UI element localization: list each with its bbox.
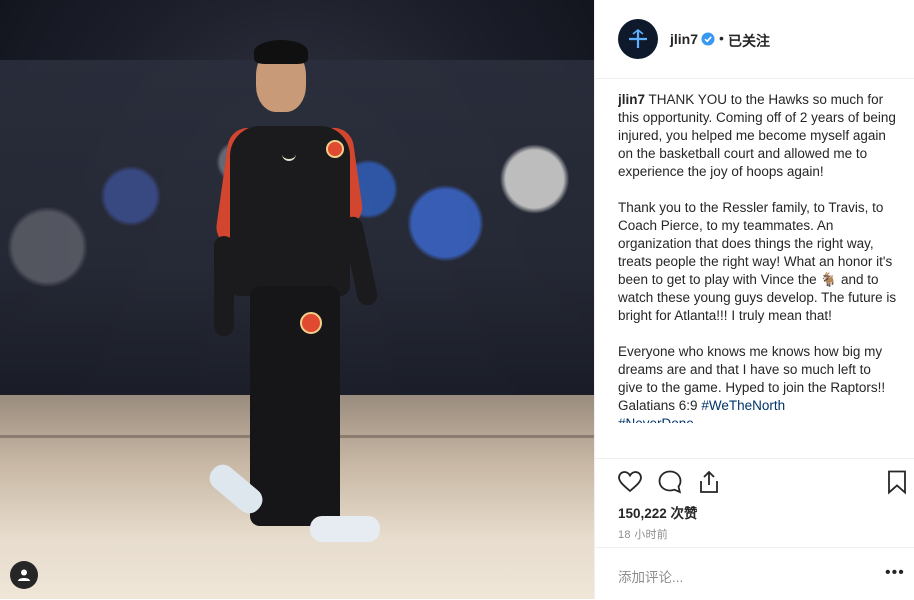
heart-icon[interactable] [617,469,643,495]
caption-paragraph-3: Everyone who knows me knows how big my d… [618,343,898,423]
post-header: jlin7 • 已关注 [595,0,914,79]
post-photo[interactable] [0,0,594,599]
header-username[interactable]: jlin7 [670,31,698,47]
follow-status-button[interactable]: 已关注 [728,31,770,51]
likes-count[interactable]: 150,222 次赞 [618,502,698,522]
verified-badge-icon [701,32,715,46]
comment-bar: 添加评论... ••• [595,547,914,600]
share-icon[interactable] [696,469,722,495]
hashtag-wethenorth[interactable]: #WeTheNorth [701,398,785,413]
caption-username[interactable]: jlin7 [618,92,645,107]
comment-input[interactable]: 添加评论... [618,566,683,586]
hashtag-neverdone[interactable]: #NeverDone [618,415,898,423]
post-timestamp[interactable]: 18 小时前 [618,526,668,542]
photo-player [200,36,400,566]
avatar[interactable] [618,19,658,59]
header-separator: • [719,30,724,46]
post-side-panel: jlin7 • 已关注 jlin7 THANK YOU to the Hawks… [594,0,914,599]
more-options-icon[interactable]: ••• [885,564,905,582]
comment-icon[interactable] [657,469,683,495]
action-bar [595,458,914,507]
bookmark-icon[interactable] [884,469,910,495]
hawks-logo-shorts [300,312,322,334]
hawks-logo-chest [326,140,344,158]
caption-paragraph-1: jlin7 THANK YOU to the Hawks so much for… [618,92,896,179]
caption-paragraph-2: Thank you to the Ressler family, to Trav… [618,200,897,323]
user-tag-icon[interactable] [10,561,38,589]
post-caption: jlin7 THANK YOU to the Hawks so much for… [618,91,898,458]
